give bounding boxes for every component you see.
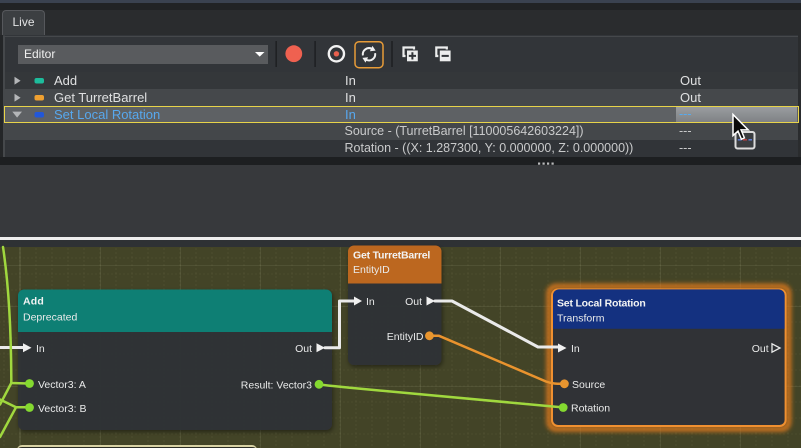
svg-text:Get TurretBarrel: Get TurretBarrel: [353, 250, 430, 262]
svg-text:Vector3: A: Vector3: A: [38, 379, 86, 391]
svg-text:Rotation: Rotation: [571, 403, 610, 415]
svg-text:Transform: Transform: [557, 313, 605, 325]
svg-text:Set Local Rotation: Set Local Rotation: [557, 298, 646, 310]
svg-text:Out: Out: [295, 343, 312, 355]
svg-text:In: In: [571, 343, 580, 355]
svg-text:EntityID: EntityID: [387, 331, 424, 343]
svg-text:Out: Out: [405, 296, 422, 308]
svg-text:Vector3: B: Vector3: B: [38, 403, 86, 415]
svg-text:Deprecated: Deprecated: [23, 312, 77, 324]
svg-text:EntityID: EntityID: [353, 264, 390, 276]
svg-text:Out: Out: [752, 343, 769, 355]
svg-text:In: In: [36, 343, 45, 355]
svg-text:Add: Add: [23, 296, 44, 308]
svg-text:Result: Vector3: Result: Vector3: [241, 380, 312, 392]
svg-text:Source: Source: [572, 379, 605, 391]
svg-text:In: In: [366, 296, 375, 308]
